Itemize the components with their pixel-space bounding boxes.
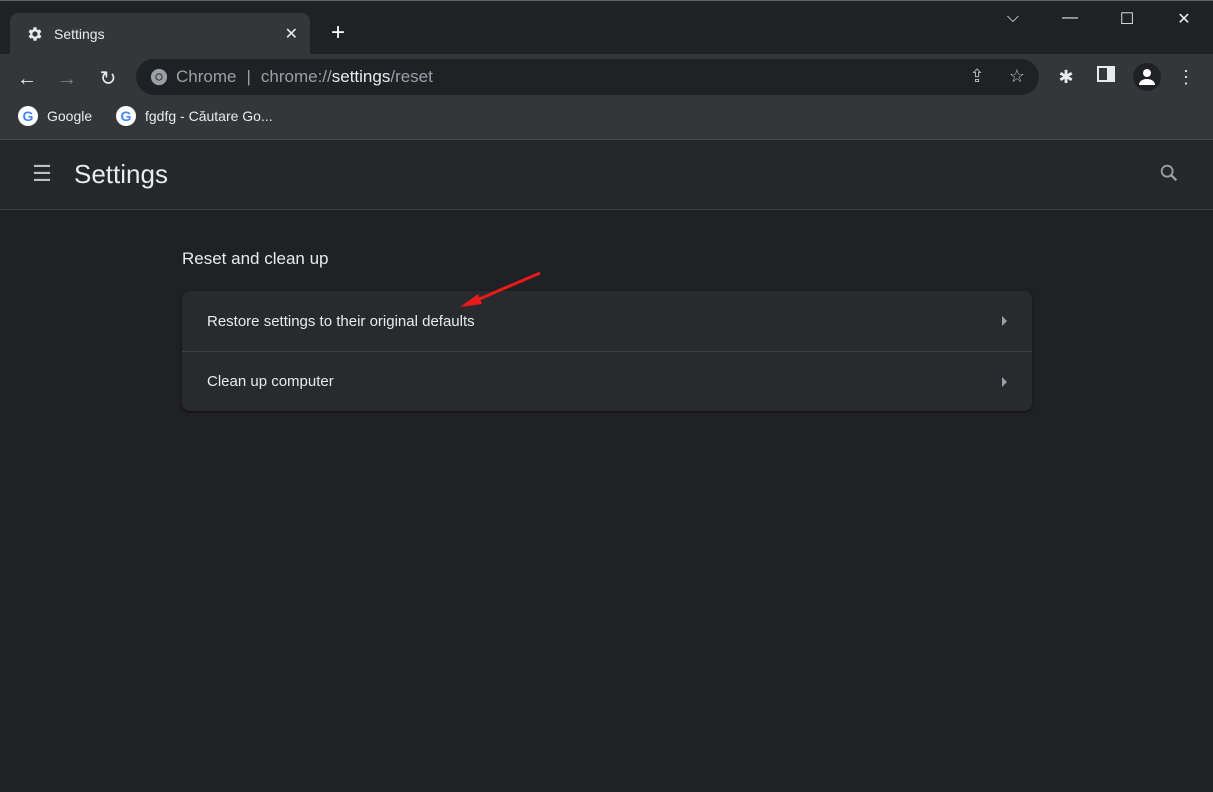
restore-defaults-row[interactable]: Restore settings to their original defau… — [182, 291, 1032, 351]
reload-button[interactable]: ↻ — [95, 66, 121, 92]
tab-search-button[interactable]: ⌵ — [993, 9, 1033, 33]
chevron-right-icon — [1002, 316, 1007, 326]
hamburger-menu-icon[interactable]: ☰ — [30, 162, 54, 186]
tab-title: Settings — [54, 26, 285, 42]
close-window-button[interactable]: ✕ — [1164, 9, 1204, 33]
page-title: Settings — [74, 159, 168, 190]
url-prefix: chrome:// — [261, 67, 332, 87]
bookmark-label: Google — [47, 108, 92, 124]
security-chip: Chrome — [176, 67, 236, 87]
close-tab-icon[interactable]: ✕ — [285, 24, 298, 44]
search-icon[interactable] — [1158, 162, 1182, 186]
settings-header: ☰ Settings — [0, 140, 1213, 210]
row-label: Restore settings to their original defau… — [207, 313, 1002, 330]
bookmark-label: fgdfg - Căutare Go... — [145, 108, 273, 124]
bookmark-google[interactable]: G Google — [18, 106, 92, 126]
chevron-right-icon — [1002, 377, 1007, 387]
forward-button[interactable]: → — [54, 66, 80, 92]
new-tab-button[interactable]: + — [326, 21, 350, 45]
extensions-puzzle-icon[interactable]: ✱ — [1053, 64, 1079, 90]
url-host: settings — [332, 67, 391, 87]
title-bar: Settings ✕ + ⌵ — ☐ ✕ — [0, 0, 1213, 54]
google-icon: G — [116, 106, 136, 126]
section-title: Reset and clean up — [182, 249, 329, 269]
tab-settings[interactable]: Settings ✕ — [10, 13, 310, 55]
chrome-icon — [150, 68, 168, 86]
share-icon[interactable]: ⇪ — [966, 66, 988, 88]
url-path: /reset — [390, 67, 433, 87]
menu-kebab-icon[interactable]: ⋮ — [1173, 64, 1199, 90]
clean-up-computer-row[interactable]: Clean up computer — [182, 351, 1032, 411]
side-panel-icon[interactable] — [1093, 64, 1119, 90]
divider: | — [246, 67, 250, 87]
address-bar[interactable]: Chrome | chrome://settings/reset ⇪ ☆ — [136, 59, 1039, 95]
maximize-button[interactable]: ☐ — [1107, 9, 1147, 33]
row-label: Clean up computer — [207, 373, 1002, 390]
reset-card: Restore settings to their original defau… — [182, 291, 1032, 411]
annotation-arrow-icon — [458, 270, 548, 310]
bookmark-star-icon[interactable]: ☆ — [1006, 66, 1028, 88]
toolbar: ← → ↻ Chrome | chrome://settings/reset ⇪… — [0, 54, 1213, 140]
minimize-button[interactable]: — — [1050, 9, 1090, 33]
gear-icon — [26, 25, 44, 43]
profile-avatar-icon[interactable] — [1133, 63, 1161, 91]
bookmark-search[interactable]: Gfgdfg - Căutare Go... — [116, 106, 273, 126]
google-icon: G — [18, 106, 38, 126]
back-button[interactable]: ← — [14, 66, 40, 92]
